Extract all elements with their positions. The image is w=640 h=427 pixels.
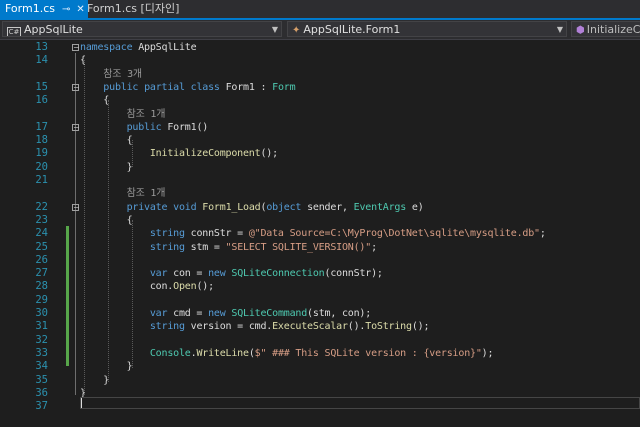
code-line[interactable]: 13 − namespace AppSqlLite bbox=[0, 41, 640, 54]
code-text: var con = new SQLiteConnection(connStr); bbox=[149, 268, 383, 280]
code-text: } bbox=[80, 161, 133, 173]
line-number: 37 bbox=[35, 400, 48, 413]
document-tab-bar: Form1.cs ⊸ ✕ Form1.cs [디자인] bbox=[0, 0, 640, 20]
line-number: 27 bbox=[35, 267, 48, 280]
reference-count-text[interactable]: 참조 1개 bbox=[80, 187, 166, 200]
navigation-bar: C# AppSqlLite ▼ ✦ AppSqlLite.Form1 ▼ ⬢ Init… bbox=[0, 20, 640, 40]
project-dropdown[interactable]: C# AppSqlLite ▼ bbox=[2, 21, 282, 37]
code-text: string connStr = @"Data Source=C:\MyProg… bbox=[149, 228, 546, 240]
code-text: string stm = "SELECT SQLITE_VERSION()"; bbox=[149, 241, 377, 253]
tab-form1-designer[interactable]: Form1.cs [디자인] bbox=[82, 0, 184, 18]
code-line[interactable]: 16 { bbox=[0, 94, 640, 107]
code-line[interactable]: 15 − public partial class Form1 : Form bbox=[0, 81, 640, 94]
line-number: 19 bbox=[35, 147, 48, 160]
line-number: 21 bbox=[35, 174, 48, 186]
code-line[interactable]: 17 − public Form1() bbox=[0, 121, 640, 134]
line-number: 35 bbox=[35, 373, 48, 386]
line-number: 32 bbox=[35, 333, 48, 346]
line-number: 30 bbox=[35, 307, 48, 319]
chevron-down-icon: ▼ bbox=[271, 25, 278, 34]
code-line[interactable]: 35 } bbox=[0, 374, 640, 387]
code-text: } bbox=[80, 374, 110, 386]
codelens-line[interactable]: 참조 3개 bbox=[0, 68, 640, 81]
line-number: 33 bbox=[35, 346, 48, 359]
collapse-icon[interactable]: − bbox=[72, 44, 80, 52]
code-text: string version = cmd.ExecuteScalar().ToS… bbox=[149, 321, 430, 333]
class-icon: ✦ bbox=[292, 25, 301, 36]
line-number: 23 bbox=[35, 213, 48, 226]
line-number: 18 bbox=[35, 134, 48, 147]
class-dropdown[interactable]: ✦ AppSqlLite.Form1 ▼ bbox=[287, 21, 567, 37]
code-line[interactable]: 30 var cmd = new SQLiteCommand(stm, con)… bbox=[0, 307, 640, 320]
code-text: { bbox=[80, 95, 110, 107]
line-number: 16 bbox=[35, 94, 48, 107]
project-name: AppSqlLite bbox=[24, 23, 83, 36]
member-dropdown[interactable]: ⬢InitializeCom bbox=[571, 21, 640, 37]
code-line[interactable]: 19 InitializeComponent(); bbox=[0, 147, 640, 160]
reference-count-text[interactable]: 참조 3개 bbox=[80, 68, 142, 81]
code-line[interactable]: 29 bbox=[0, 294, 640, 307]
code-line[interactable]: 24 string connStr = @"Data Source=C:\MyP… bbox=[0, 227, 640, 240]
chevron-down-icon: ▼ bbox=[556, 25, 563, 34]
code-line[interactable]: 32 bbox=[0, 334, 640, 347]
code-text: con.Open(); bbox=[80, 281, 214, 293]
code-line[interactable]: 27 var con = new SQLiteConnection(connSt… bbox=[0, 267, 640, 280]
codelens-line[interactable]: 참조 1개 bbox=[0, 187, 640, 200]
code-line[interactable]: 26 bbox=[0, 254, 640, 267]
line-number: 22 bbox=[35, 200, 48, 213]
line-number: 15 bbox=[35, 80, 48, 93]
line-number: 13 bbox=[35, 41, 48, 53]
line-number: 24 bbox=[35, 227, 48, 240]
code-editor[interactable]: 13− namespace AppSqlLite 14{ 참조 3개 15− publ… bbox=[0, 40, 640, 427]
line-number: 25 bbox=[35, 240, 48, 253]
tab-label: Form1.cs [디자인] bbox=[87, 2, 180, 15]
code-text: { bbox=[80, 135, 133, 147]
code-line[interactable]: 21 bbox=[0, 174, 640, 187]
reference-count-text[interactable]: 참조 1개 bbox=[80, 108, 166, 121]
pin-icon[interactable]: ⊸ bbox=[62, 4, 70, 15]
code-text: public partial class Form1 : Form bbox=[103, 81, 296, 93]
code-text: public Form1() bbox=[126, 121, 209, 133]
code-text: Console.WriteLine($" ### This SQLite ver… bbox=[149, 347, 494, 359]
code-line[interactable]: 34 } bbox=[0, 360, 640, 373]
tab-label: Form1.cs bbox=[5, 2, 55, 15]
code-line[interactable]: 14 { bbox=[0, 54, 640, 67]
code-line[interactable]: 25 string stm = "SELECT SQLITE_VERSION()… bbox=[0, 241, 640, 254]
code-text: } bbox=[80, 361, 133, 373]
code-line[interactable]: 28 con.Open(); bbox=[0, 280, 640, 293]
code-text: var cmd = new SQLiteCommand(stm, con); bbox=[149, 308, 372, 319]
code-line[interactable]: 31 string version = cmd.ExecuteScalar().… bbox=[0, 320, 640, 333]
line-number: 36 bbox=[35, 386, 48, 399]
code-line[interactable]: 23 { bbox=[0, 214, 640, 227]
code-line[interactable]: 20 } bbox=[0, 161, 640, 174]
current-line-highlight bbox=[80, 397, 640, 409]
class-name: AppSqlLite.Form1 bbox=[303, 23, 401, 36]
csharp-project-icon: C# bbox=[7, 27, 21, 36]
code-text: namespace AppSqlLite bbox=[80, 42, 197, 53]
line-number: 14 bbox=[35, 54, 48, 67]
collapse-icon[interactable]: − bbox=[72, 83, 80, 91]
code-text: { bbox=[80, 214, 133, 226]
line-number: 20 bbox=[35, 160, 48, 173]
code-text: InitializeComponent(); bbox=[149, 148, 278, 160]
code-text: private void Form1_Load(object sender, E… bbox=[126, 201, 424, 213]
collapse-icon[interactable]: − bbox=[72, 123, 80, 131]
tab-form1-cs[interactable]: Form1.cs ⊸ ✕ bbox=[0, 0, 88, 18]
code-line[interactable]: 22 − private void Form1_Load(object sende… bbox=[0, 201, 640, 214]
line-number: 31 bbox=[35, 320, 48, 333]
line-number: 29 bbox=[35, 293, 48, 306]
code-line[interactable]: 18 { bbox=[0, 134, 640, 147]
member-name: InitializeCom bbox=[586, 23, 640, 36]
line-number: 28 bbox=[35, 280, 48, 293]
line-number: 17 bbox=[35, 120, 48, 133]
codelens-line[interactable]: 참조 1개 bbox=[0, 108, 640, 121]
line-number: 26 bbox=[35, 253, 48, 266]
line-number: 34 bbox=[35, 360, 48, 373]
code-line[interactable]: 33 Console.WriteLine($" ### This SQLite … bbox=[0, 347, 640, 360]
collapse-icon[interactable]: − bbox=[72, 203, 80, 211]
code-text: { bbox=[80, 55, 86, 67]
method-icon: ⬢ bbox=[576, 25, 585, 36]
text-caret bbox=[81, 398, 82, 408]
